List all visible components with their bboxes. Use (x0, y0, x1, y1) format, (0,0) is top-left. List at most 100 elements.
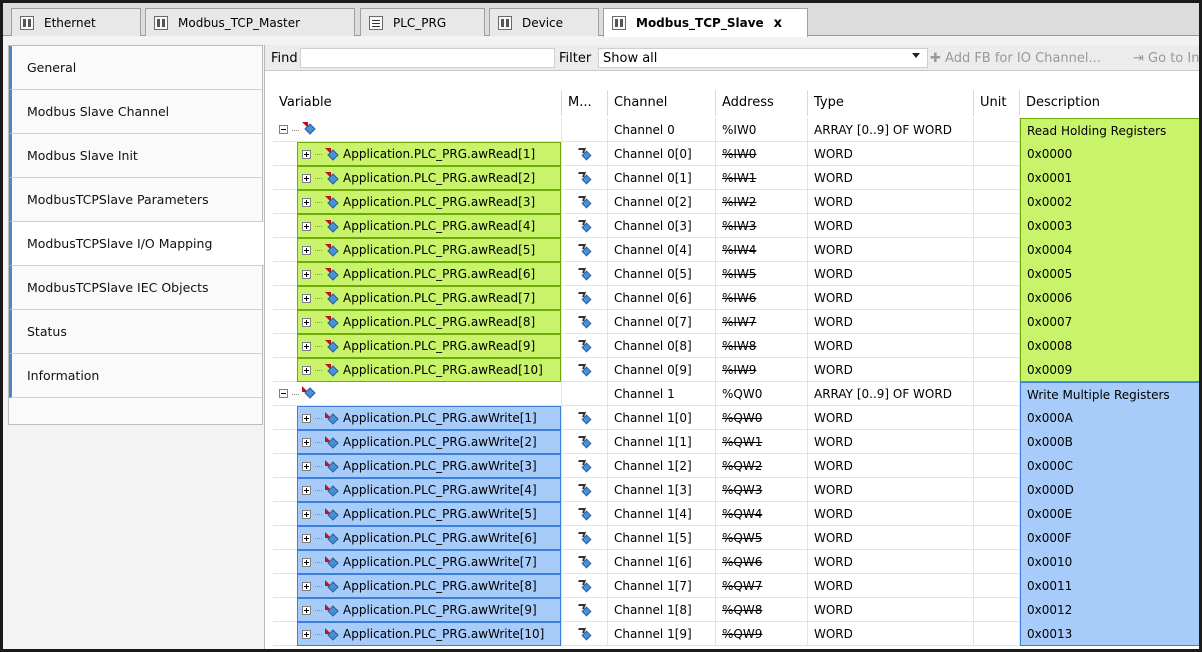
column-header-unit[interactable]: Unit (974, 90, 1020, 116)
find-input[interactable] (300, 48, 555, 68)
mapping-cell[interactable] (562, 550, 608, 574)
channel-group-row[interactable]: Channel 0 %IW0 ARRAY [0..9] OF WORD Read Ho… (273, 118, 1199, 142)
mapping-cell[interactable] (562, 622, 608, 646)
description-cell[interactable]: 0x0006 (1020, 286, 1199, 310)
column-header-address[interactable]: Address (716, 90, 808, 116)
table-row[interactable]: Application.PLC_PRG.awWrite[1] Channel 1[… (273, 406, 1199, 430)
variable-mapping-box[interactable]: Application.PLC_PRG.awRead[9] (297, 334, 561, 358)
table-row[interactable]: Application.PLC_PRG.awWrite[7] Channel 1[… (273, 550, 1199, 574)
column-header-variable[interactable]: Variable (273, 90, 562, 116)
variable-mapping-box[interactable]: Application.PLC_PRG.awWrite[7] (297, 550, 561, 574)
variable-mapping-box[interactable]: Application.PLC_PRG.awRead[7] (297, 286, 561, 310)
expand-icon[interactable] (302, 509, 311, 519)
table-row[interactable]: Application.PLC_PRG.awRead[7] Channel 0[6… (273, 286, 1199, 310)
column-header-type[interactable]: Type (808, 90, 974, 116)
collapse-icon[interactable] (279, 389, 288, 398)
mapping-cell[interactable] (562, 598, 608, 622)
mapping-cell[interactable] (562, 478, 608, 502)
description-cell[interactable]: 0x0000 (1020, 142, 1199, 166)
expand-icon[interactable] (302, 605, 311, 615)
close-tab-icon[interactable]: x (774, 16, 782, 31)
nav-modbustcpslave-io-mapping[interactable]: ModbusTCPSlave I/O Mapping (9, 222, 265, 266)
expand-icon[interactable] (302, 365, 311, 375)
variable-mapping-box[interactable]: Application.PLC_PRG.awWrite[10] (297, 622, 561, 646)
description-cell[interactable]: 0x0002 (1020, 190, 1199, 214)
expand-icon[interactable] (302, 341, 311, 351)
mapping-cell[interactable] (562, 166, 608, 190)
variable-mapping-box[interactable]: Application.PLC_PRG.awRead[3] (297, 190, 561, 214)
description-cell[interactable]: 0x0011 (1020, 574, 1199, 598)
mapping-cell[interactable] (562, 262, 608, 286)
description-cell[interactable]: 0x0001 (1020, 166, 1199, 190)
table-row[interactable]: Application.PLC_PRG.awRead[9] Channel 0[8… (273, 334, 1199, 358)
variable-mapping-box[interactable]: Application.PLC_PRG.awRead[8] (297, 310, 561, 334)
description-cell[interactable]: 0x0013 (1020, 622, 1199, 646)
mapping-cell[interactable] (562, 430, 608, 454)
description-cell[interactable]: 0x0009 (1020, 358, 1199, 382)
expand-icon[interactable] (302, 317, 311, 327)
description-cell[interactable]: 0x0007 (1020, 310, 1199, 334)
variable-mapping-box[interactable]: Application.PLC_PRG.awRead[2] (297, 166, 561, 190)
expand-icon[interactable] (302, 269, 311, 279)
tab-ethernet[interactable]: Ethernet (11, 8, 141, 36)
variable-mapping-box[interactable]: Application.PLC_PRG.awWrite[4] (297, 478, 561, 502)
table-row[interactable]: Application.PLC_PRG.awRead[8] Channel 0[7… (273, 310, 1199, 334)
variable-mapping-box[interactable]: Application.PLC_PRG.awRead[6] (297, 262, 561, 286)
mapping-cell[interactable] (562, 406, 608, 430)
go-to-instance-button[interactable]: ⇥ Go to In (1133, 51, 1199, 66)
nav-information[interactable]: Information (9, 354, 262, 398)
mapping-cell[interactable] (562, 190, 608, 214)
tab-modbus-tcp-slave[interactable]: Modbus_TCP_Slave x (603, 8, 808, 37)
mapping-cell[interactable] (562, 214, 608, 238)
expand-icon[interactable] (302, 557, 311, 567)
variable-mapping-box[interactable]: Application.PLC_PRG.awRead[1] (297, 142, 561, 166)
table-row[interactable]: Application.PLC_PRG.awRead[2] Channel 0[1… (273, 166, 1199, 190)
table-row[interactable]: Application.PLC_PRG.awWrite[4] Channel 1[… (273, 478, 1199, 502)
expand-icon[interactable] (302, 413, 311, 423)
expand-icon[interactable] (302, 149, 311, 159)
variable-mapping-box[interactable]: Application.PLC_PRG.awRead[4] (297, 214, 561, 238)
tab-device[interactable]: Device (489, 8, 599, 36)
description-cell[interactable]: 0x0012 (1020, 598, 1199, 622)
variable-mapping-box[interactable]: Application.PLC_PRG.awWrite[9] (297, 598, 561, 622)
expand-icon[interactable] (302, 173, 311, 183)
mapping-cell[interactable] (562, 526, 608, 550)
table-row[interactable]: Application.PLC_PRG.awRead[5] Channel 0[4… (273, 238, 1199, 262)
nav-modbus-slave-init[interactable]: Modbus Slave Init (9, 134, 262, 178)
mapping-cell[interactable] (562, 574, 608, 598)
description-cell[interactable]: 0x000D (1020, 478, 1199, 502)
description-cell[interactable]: 0x0010 (1020, 550, 1199, 574)
description-cell[interactable]: 0x000B (1020, 430, 1199, 454)
expand-icon[interactable] (302, 437, 311, 447)
description-cell[interactable]: 0x0004 (1020, 238, 1199, 262)
mapping-cell[interactable] (562, 502, 608, 526)
nav-status[interactable]: Status (9, 310, 262, 354)
expand-icon[interactable] (302, 581, 311, 591)
collapse-icon[interactable] (279, 125, 288, 134)
expand-icon[interactable] (302, 533, 311, 543)
expand-icon[interactable] (302, 197, 311, 207)
expand-icon[interactable] (302, 221, 311, 231)
expand-icon[interactable] (302, 629, 311, 639)
tab-plc-prg[interactable]: PLC_PRG (360, 8, 485, 36)
variable-mapping-box[interactable]: Application.PLC_PRG.awWrite[6] (297, 526, 561, 550)
expand-icon[interactable] (302, 245, 311, 255)
add-fb-button[interactable]: ✚ Add FB for IO Channel... (930, 51, 1101, 66)
column-header-description[interactable]: Description (1020, 90, 1199, 116)
expand-icon[interactable] (302, 461, 311, 471)
description-cell[interactable]: 0x0005 (1020, 262, 1199, 286)
nav-modbustcpslave-parameters[interactable]: ModbusTCPSlave Parameters (9, 178, 262, 222)
mapping-cell[interactable] (562, 310, 608, 334)
mapping-cell[interactable] (562, 454, 608, 478)
column-header-mapping[interactable]: M... (562, 90, 608, 116)
table-row[interactable]: Application.PLC_PRG.awRead[1] Channel 0[0… (273, 142, 1199, 166)
chevron-down-icon[interactable] (912, 53, 920, 58)
description-cell[interactable]: 0x000F (1020, 526, 1199, 550)
nav-general[interactable]: General (9, 46, 262, 90)
description-cell[interactable]: 0x000E (1020, 502, 1199, 526)
mapping-cell[interactable] (562, 358, 608, 382)
table-row[interactable]: Application.PLC_PRG.awWrite[5] Channel 1[… (273, 502, 1199, 526)
table-row[interactable]: Application.PLC_PRG.awWrite[8] Channel 1[… (273, 574, 1199, 598)
table-row[interactable]: Application.PLC_PRG.awRead[4] Channel 0[3… (273, 214, 1199, 238)
table-row[interactable]: Application.PLC_PRG.awWrite[9] Channel 1[… (273, 598, 1199, 622)
